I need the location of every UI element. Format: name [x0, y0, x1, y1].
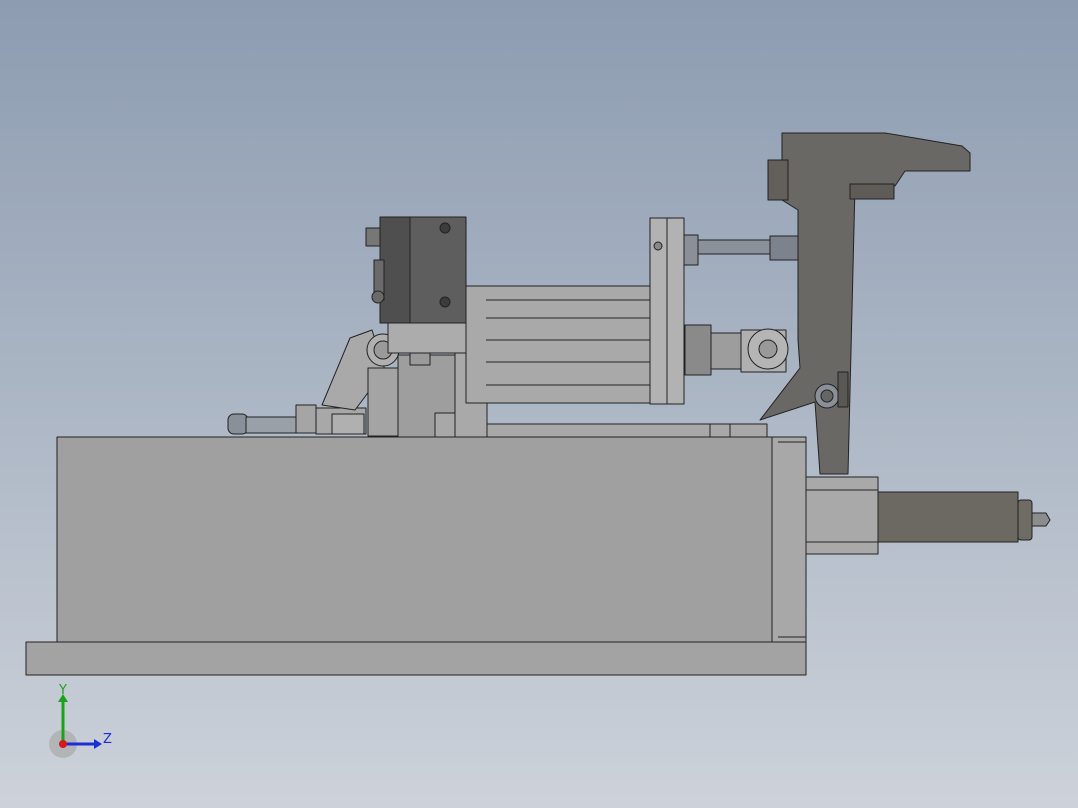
right-end-plate [771, 436, 807, 643]
upper-guide-rod [683, 234, 699, 266]
z-axis-label: Z [103, 732, 112, 747]
main-body-block [56, 436, 778, 643]
lower-bracket [367, 367, 399, 437]
x-axis-dot [59, 740, 67, 748]
right-cylinder-barrel [877, 491, 1019, 543]
cad-model-view[interactable] [0, 0, 1078, 808]
graphics-viewport[interactable]: Y Z [0, 0, 1078, 808]
z-axis-arrow [94, 739, 102, 749]
sensor-switch [365, 227, 381, 247]
base-plate [25, 641, 807, 676]
y-axis-label: Y [58, 684, 67, 698]
piston-nut [684, 324, 712, 376]
top-rail [484, 423, 768, 438]
axis-triad: Y Z [49, 684, 112, 758]
left-cylinder-rod [227, 413, 249, 435]
